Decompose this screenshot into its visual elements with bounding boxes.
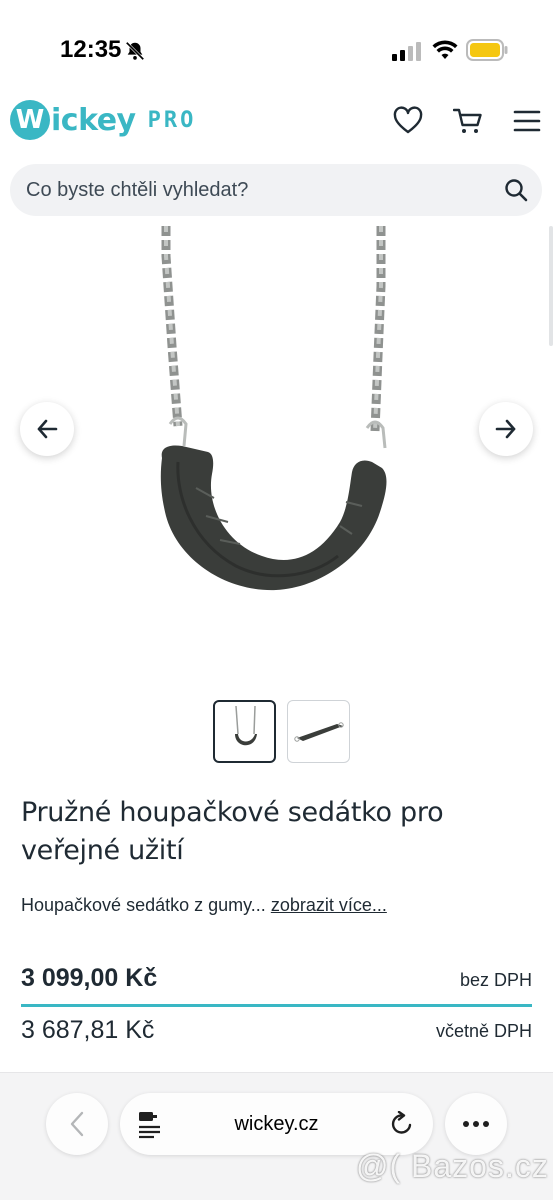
ellipsis-icon (463, 1121, 489, 1127)
price-divider (21, 1004, 532, 1007)
logo-text: ickey (51, 102, 136, 138)
thumbnail-swing-image (234, 705, 257, 745)
arrow-left-icon (37, 419, 58, 439)
scrollbar[interactable] (549, 226, 553, 346)
search-icon[interactable] (504, 178, 528, 202)
thumbnail-2[interactable] (287, 700, 350, 763)
swing-seat-image (160, 226, 387, 591)
battery-icon (466, 39, 508, 61)
menu-icon[interactable] (512, 106, 542, 136)
product-title: Pružné houpačkové sedátko pro veřejné už… (21, 797, 444, 866)
thumbnail-flat-seat-image (293, 721, 344, 742)
price-with-vat-label: včetně DPH (435, 1021, 532, 1041)
show-more-link[interactable]: zobrazit více... (271, 895, 387, 915)
chevron-left-icon (70, 1111, 84, 1137)
reload-icon[interactable] (389, 1111, 415, 1137)
bell-muted-icon (125, 41, 145, 61)
description-text: Houpačkové sedátko z gumy... (21, 895, 266, 915)
product-image[interactable] (0, 226, 553, 686)
status-time: 12:35 (60, 36, 122, 63)
wifi-icon (432, 40, 458, 59)
price-with-vat: 3 687,81 Kč (21, 1016, 155, 1044)
search-bar (10, 164, 542, 216)
bazos-watermark: @( Bazos.cz (356, 1148, 549, 1184)
browser-more-button[interactable] (445, 1093, 507, 1155)
thumbnail-1[interactable] (213, 700, 276, 763)
cart-icon[interactable] (453, 106, 483, 136)
arrow-right-icon (495, 419, 516, 439)
product-description: Houpačkové sedátko z gumy... zobrazit ví… (21, 895, 387, 916)
logo-pro-text: PRO (147, 107, 197, 133)
previous-image-button[interactable] (20, 402, 74, 456)
price-without-vat: 3 099,00 Kč (21, 964, 158, 992)
wickey-pro-logo[interactable]: W ickey PRO (10, 100, 196, 140)
price-without-vat-label: bez DPH (459, 970, 532, 990)
logo-badge: W (10, 100, 50, 140)
browser-back-button[interactable] (46, 1093, 108, 1155)
address-bar[interactable]: wickey.cz (120, 1093, 433, 1155)
site-header: W ickey PRO (0, 96, 553, 156)
next-image-button[interactable] (479, 402, 533, 456)
search-input[interactable] (26, 164, 496, 216)
url-text: wickey.cz (234, 1113, 319, 1135)
status-bar: 12:35 (0, 0, 553, 96)
cell-signal-icon (392, 42, 421, 61)
heart-icon[interactable] (393, 106, 423, 136)
